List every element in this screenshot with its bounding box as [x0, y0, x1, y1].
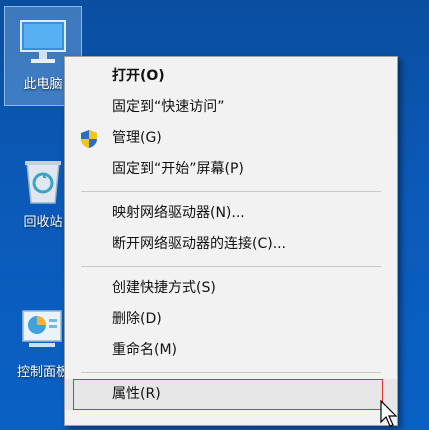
- menu-item-open[interactable]: 打开(O): [65, 61, 397, 92]
- menu-item-label: 删除(D): [112, 311, 162, 327]
- menu-item-manage[interactable]: 管理(G): [65, 123, 397, 154]
- menu-item-label: 打开(O): [112, 68, 165, 84]
- menu-item-delete[interactable]: 删除(D): [65, 304, 397, 335]
- menu-separator: [81, 266, 381, 267]
- menu-item-disconnect-network-drive[interactable]: 断开网络驱动器的连接(C)...: [65, 229, 397, 260]
- menu-item-pin-start[interactable]: 固定到“开始”屏幕(P): [65, 154, 397, 185]
- control-panel-icon: [22, 310, 62, 347]
- menu-item-pin-quick-access[interactable]: 固定到“快速访问”: [65, 92, 397, 123]
- menu-item-rename[interactable]: 重命名(M): [65, 335, 397, 366]
- mouse-cursor-icon: [380, 400, 398, 427]
- menu-item-label: 创建快捷方式(S): [112, 280, 216, 296]
- menu-item-create-shortcut[interactable]: 创建快捷方式(S): [65, 273, 397, 304]
- menu-separator: [81, 372, 381, 373]
- menu-item-label: 属性(R): [112, 386, 161, 402]
- menu-item-label: 固定到“开始”屏幕(P): [112, 161, 244, 177]
- computer-icon: [20, 20, 66, 63]
- menu-item-label: 映射网络驱动器(N)...: [112, 205, 245, 221]
- menu-item-label: 固定到“快速访问”: [112, 99, 225, 115]
- context-menu: 打开(O) 固定到“快速访问” 管理(G) 固定到“开始”屏幕(P) 映射网络驱…: [64, 56, 398, 426]
- menu-item-label: 管理(G): [112, 130, 162, 146]
- recycle-bin-icon: [25, 161, 61, 204]
- menu-separator: [81, 191, 381, 192]
- menu-item-properties[interactable]: 属性(R): [65, 379, 397, 410]
- menu-item-map-network-drive[interactable]: 映射网络驱动器(N)...: [65, 198, 397, 229]
- menu-item-label: 断开网络驱动器的连接(C)...: [112, 236, 287, 252]
- menu-item-label: 重命名(M): [112, 342, 178, 358]
- shield-icon: [81, 130, 97, 148]
